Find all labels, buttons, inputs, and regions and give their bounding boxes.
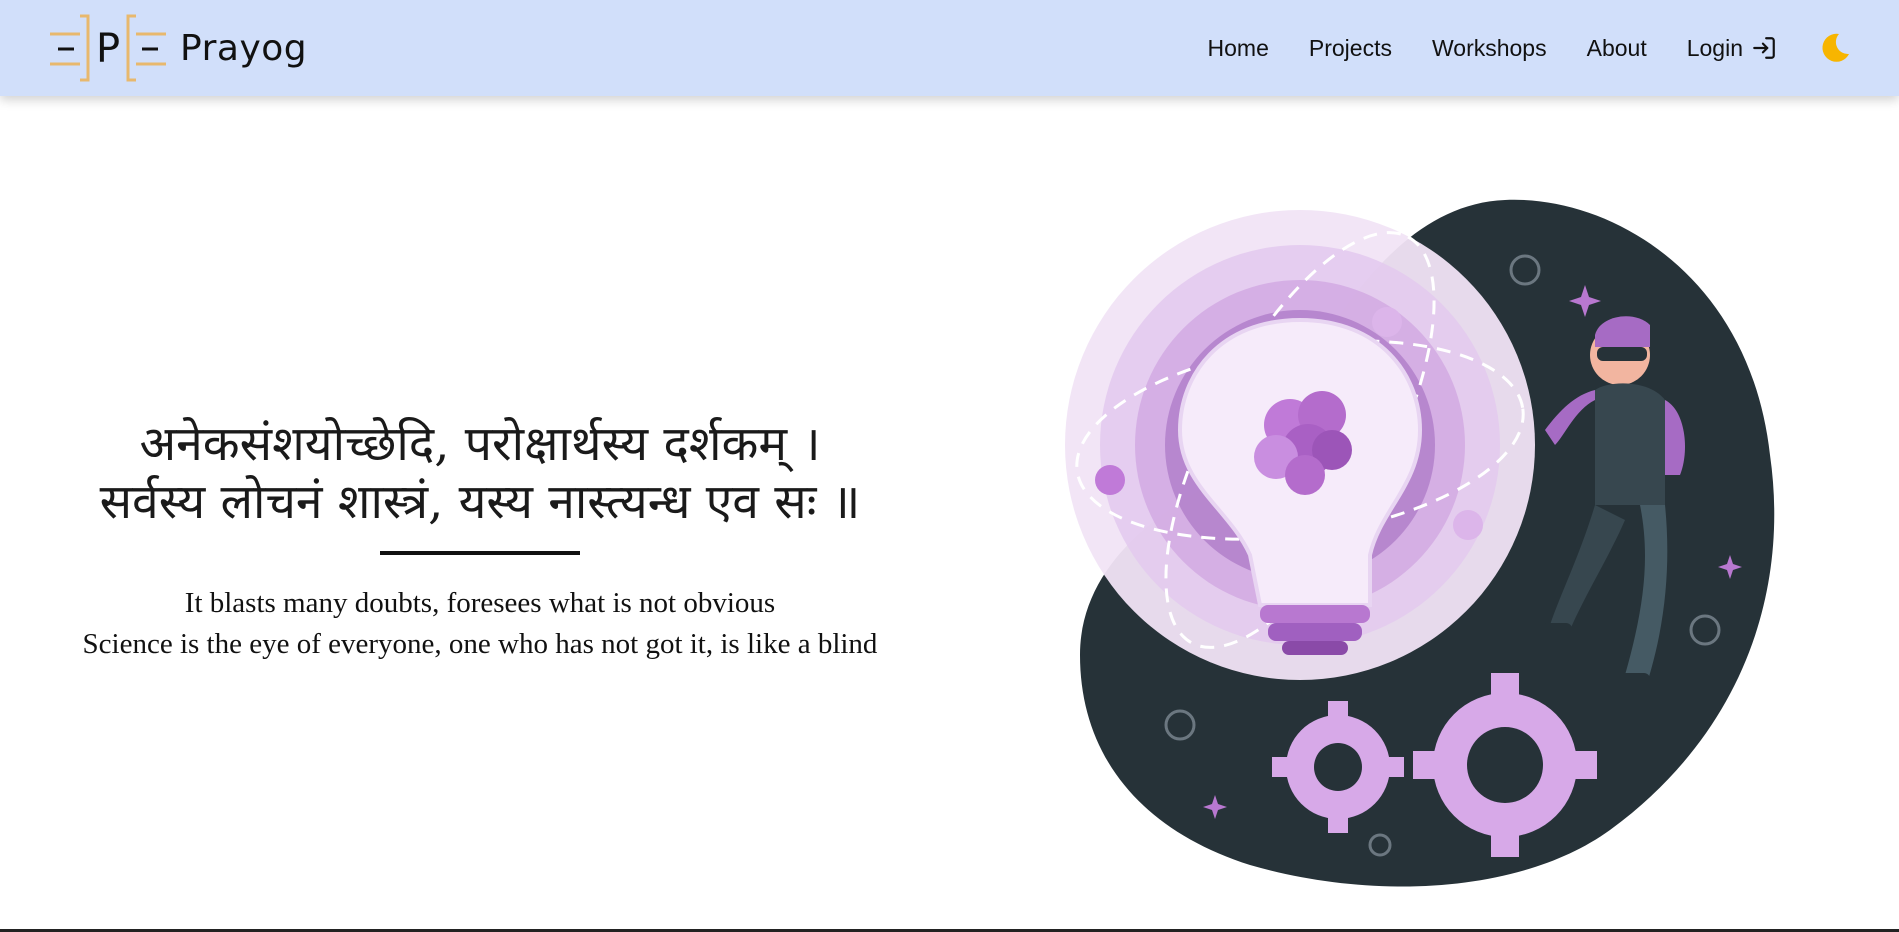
nav-login-label: Login: [1686, 34, 1743, 61]
top-navbar: P Prayog Home Projects Workshops About L…: [0, 0, 1899, 96]
translation-line-1: It blasts many doubts, foresees what is …: [184, 587, 776, 619]
logo-letter: P: [96, 26, 120, 72]
nav-login-link[interactable]: Login: [1687, 35, 1777, 62]
translation-line-2: Science is the eye of everyone, one who …: [82, 628, 878, 660]
hero-quote: अनेकसंशयोच्छेदि, परोक्षार्थस्य दर्शकम् ।…: [0, 415, 960, 665]
nav-home-link[interactable]: Home: [1208, 35, 1269, 62]
brand[interactable]: P Prayog: [48, 10, 307, 86]
sanskrit-verse-line-2: सर्वस्य लोचनं शास्त्रं, यस्य नास्त्यन्ध …: [99, 474, 861, 530]
science-lightbulb-illustration: [1065, 199, 1775, 887]
brand-name: Prayog: [180, 27, 308, 69]
prayog-logo-icon: P: [50, 14, 166, 82]
nav-workshops-link[interactable]: Workshops: [1432, 35, 1547, 62]
nav-projects-link[interactable]: Projects: [1309, 35, 1392, 62]
nav-about-link[interactable]: About: [1587, 35, 1647, 62]
quote-divider: [380, 551, 580, 555]
sanskrit-verse-line-1: अनेकसंशयोच्छेदि, परोक्षार्थस्य दर्शकम् ।: [139, 416, 821, 472]
login-arrow-icon: [1753, 37, 1775, 59]
moon-icon[interactable]: [1817, 30, 1853, 66]
nav-links: Home Projects Workshops About Login: [1208, 0, 1899, 96]
